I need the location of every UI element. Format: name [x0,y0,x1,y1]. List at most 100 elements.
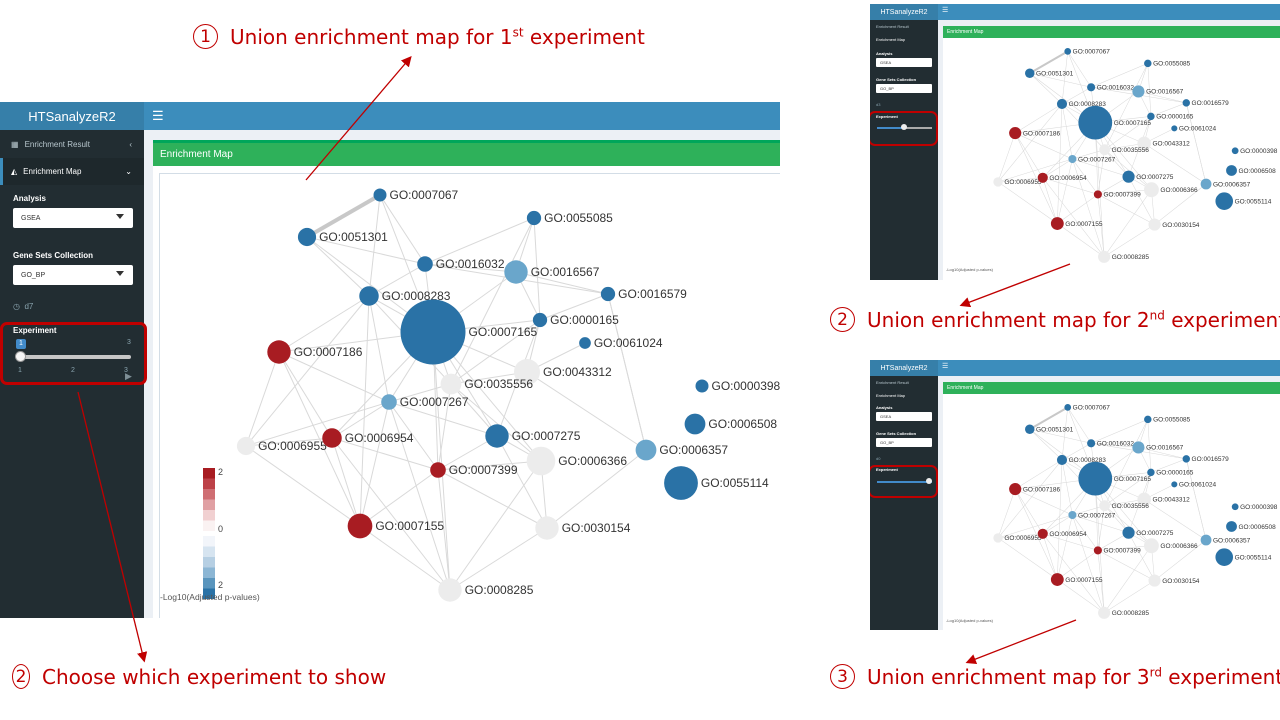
network-node[interactable] [1171,481,1178,488]
network-node[interactable] [1144,59,1152,68]
network-node[interactable] [373,188,387,202]
network-node-label: GO:0007275 [1136,530,1174,537]
network-node[interactable] [684,413,706,435]
network-node[interactable] [1009,126,1022,140]
network-node[interactable] [267,340,291,364]
network-node[interactable] [1093,190,1102,199]
network-node[interactable] [1144,182,1159,198]
network-node[interactable] [1148,218,1161,231]
network-node[interactable] [359,286,379,306]
network-node[interactable] [993,533,1003,543]
network-node[interactable] [1231,503,1239,511]
gene-sets-collection-select[interactable]: GO_BP [13,265,133,285]
network-node[interactable] [1182,455,1190,463]
network-node[interactable] [1078,461,1113,496]
network-node[interactable] [1098,606,1111,619]
network-node[interactable] [1132,85,1145,98]
network-node[interactable] [1147,112,1155,121]
network-node[interactable] [297,227,317,247]
network-node[interactable] [1132,441,1145,454]
network-node[interactable] [1087,83,1096,92]
network-edge [997,181,1058,224]
thumb-menu-enrichment-result: Enrichment Result [876,24,909,29]
network-node[interactable] [430,462,446,478]
network-node[interactable] [347,513,373,539]
network-node[interactable] [1056,98,1068,109]
network-node[interactable] [1226,165,1237,176]
network-node[interactable] [1122,526,1135,539]
network-node[interactable] [1050,217,1064,230]
network-node[interactable] [526,446,556,476]
network-node[interactable] [526,210,542,226]
network-node[interactable] [1147,468,1155,477]
network-node[interactable] [1087,439,1096,448]
network-node[interactable] [1093,546,1102,555]
network-node[interactable] [1064,404,1072,411]
hamburger-icon[interactable]: ☰ [152,108,164,124]
network-node[interactable] [440,373,462,395]
network-node[interactable] [1064,48,1072,55]
network-node[interactable] [1182,99,1190,107]
network-node[interactable] [532,312,548,328]
network-node[interactable] [1200,534,1212,546]
network-node-label: GO:0016032 [1097,441,1135,448]
network-node-label: GO:0007275 [512,429,581,443]
network-node[interactable] [1200,178,1212,190]
thumb-topbar: ☰ [938,4,1280,20]
network-node[interactable] [485,424,509,448]
network-node-label: GO:0016567 [1146,445,1184,452]
network-node-label: GO:0007067 [1073,49,1111,56]
network-node[interactable] [1144,538,1159,554]
network-node[interactable] [1037,528,1048,539]
network-node[interactable] [438,578,462,602]
app-logo[interactable]: HTSanalyzeR2 [0,102,144,130]
network-node[interactable] [417,256,433,272]
network-node[interactable] [1009,482,1022,496]
network-node[interactable] [695,379,709,393]
clock-icon: ◷ [13,302,20,311]
network-edge [997,459,1063,539]
network-edge [450,217,535,385]
network-node[interactable] [1025,68,1035,78]
network-node[interactable] [1099,144,1111,156]
network-node[interactable] [600,286,616,302]
network-node[interactable] [1068,510,1077,520]
top-navbar: ☰ [144,102,780,130]
thumb-network: GO:0007067 GO:0051301 GO:0055085 GO:0016032… [993,404,1278,619]
network-edge [1057,579,1105,614]
network-node[interactable] [1148,574,1161,587]
sidebar-item-enrichment-map[interactable]: ◭ Enrichment Map ⌄ [0,158,144,185]
network-node[interactable] [1068,154,1077,164]
network-node[interactable] [1122,170,1135,183]
network-node[interactable] [579,337,591,349]
network-node[interactable] [1037,172,1048,183]
network-node[interactable] [1025,424,1035,434]
network-node[interactable] [322,428,342,448]
network-node[interactable] [1050,573,1064,586]
sidebar-item-enrichment-result[interactable]: ▦ Enrichment Result ‹ [0,131,144,158]
network-node[interactable] [1098,250,1111,263]
network-node[interactable] [535,516,559,540]
network-edge [278,295,370,353]
network-node[interactable] [1215,192,1234,210]
network-node[interactable] [664,466,698,500]
network-node[interactable] [1215,548,1234,566]
thumb-legend-caption: -Log10(Adjusted p-values) [946,267,993,272]
network-node[interactable] [1056,454,1068,465]
network-node[interactable] [993,177,1003,187]
sidebar-item-label: Enrichment Result [24,140,90,149]
network-node[interactable] [635,439,657,461]
network-node[interactable] [1226,521,1237,532]
network-node-label: GO:0006357 [659,443,728,457]
network-node[interactable] [1171,125,1178,132]
network-node-label: GO:0007267 [1078,512,1116,519]
network-node[interactable] [1231,147,1239,155]
network-node[interactable] [1078,105,1113,140]
network-node[interactable] [1144,415,1152,424]
analysis-select[interactable]: GSEA [13,208,133,228]
network-node[interactable] [400,299,466,365]
network-node[interactable] [381,394,397,410]
network-node[interactable] [236,436,256,456]
network-node[interactable] [504,260,528,284]
network-node[interactable] [1099,500,1111,512]
